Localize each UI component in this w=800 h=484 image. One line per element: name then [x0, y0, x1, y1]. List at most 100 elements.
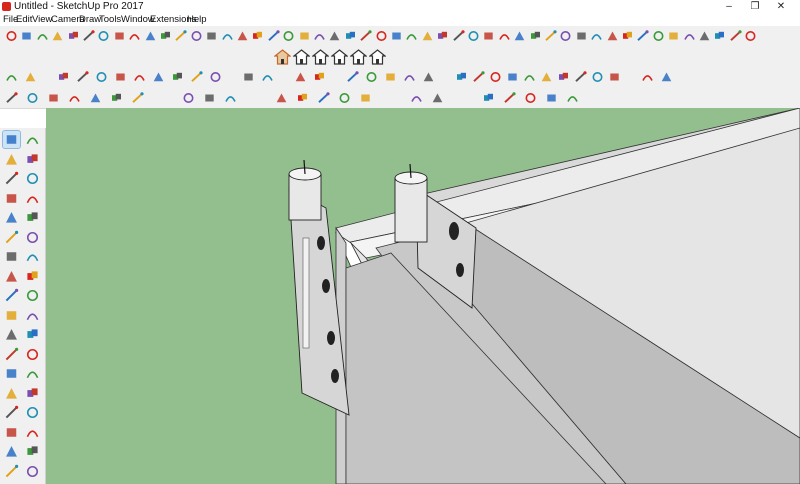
orbit-tool[interactable]	[3, 385, 20, 402]
cone-icon[interactable]	[132, 70, 147, 84]
wireframe-icon[interactable]	[589, 29, 604, 43]
rotated-rect-tool[interactable]	[24, 190, 41, 207]
warehouse-icon[interactable]	[454, 70, 469, 84]
select-tool[interactable]	[2, 130, 21, 149]
model-canvas[interactable]	[46, 108, 800, 484]
3pt-arc-tool[interactable]	[3, 248, 20, 265]
followme-icon[interactable]	[297, 29, 312, 43]
rotate-tool[interactable]	[3, 287, 20, 304]
textured-icon[interactable]	[635, 29, 650, 43]
tube-icon[interactable]	[170, 70, 185, 84]
iso-icon[interactable]	[451, 29, 466, 43]
red-box2-icon[interactable]	[544, 91, 559, 105]
blue-ring-icon[interactable]	[565, 91, 580, 105]
dimension-icon[interactable]	[96, 29, 111, 43]
cylinder-icon[interactable]	[113, 70, 128, 84]
red-box-icon[interactable]	[523, 91, 538, 105]
protractor-tool[interactable]	[24, 365, 41, 382]
menu-draw[interactable]: Draw	[79, 14, 101, 26]
entity-info-icon[interactable]	[539, 70, 554, 84]
zoom-window-icon[interactable]	[343, 29, 358, 43]
minimize-button[interactable]: –	[716, 0, 742, 14]
pushpull-tool[interactable]	[24, 268, 41, 285]
zoom-window-tool[interactable]	[24, 404, 41, 421]
blue-box2-icon[interactable]	[502, 91, 517, 105]
torus-icon[interactable]	[151, 70, 166, 84]
offset-tool[interactable]	[24, 307, 41, 324]
pencil-icon[interactable]	[23, 70, 38, 84]
wrench-icon[interactable]	[607, 70, 622, 84]
paint-icon[interactable]	[189, 29, 204, 43]
select-tool-icon[interactable]	[4, 70, 19, 84]
union-icon[interactable]	[25, 91, 40, 105]
xray-icon[interactable]	[558, 29, 573, 43]
move-icon[interactable]	[235, 29, 250, 43]
green-icon[interactable]	[202, 91, 217, 105]
zoom-icon[interactable]	[327, 29, 342, 43]
sandbox2-icon[interactable]	[364, 70, 379, 84]
protractor-icon[interactable]	[112, 29, 127, 43]
zoom-tool[interactable]	[3, 404, 20, 421]
axes-tool[interactable]	[3, 365, 20, 382]
styles-icon[interactable]	[743, 29, 758, 43]
link-icon[interactable]	[208, 70, 223, 84]
zoom-extents-icon[interactable]	[358, 29, 373, 43]
pink-icon[interactable]	[430, 91, 445, 105]
walk-tool[interactable]	[3, 443, 20, 460]
model-viewport[interactable]	[46, 108, 800, 484]
shape-icon[interactable]	[383, 70, 398, 84]
2pt-arc-tool[interactable]	[24, 229, 41, 246]
stamp-icon[interactable]	[293, 70, 308, 84]
prism-icon[interactable]	[189, 70, 204, 84]
menu-edit[interactable]: Edit	[16, 14, 32, 26]
menu-help[interactable]: Help	[187, 14, 207, 26]
offset-icon[interactable]	[312, 29, 327, 43]
front-view-icon[interactable]	[312, 49, 329, 65]
scenes-icon[interactable]	[573, 70, 588, 84]
shape3-icon[interactable]	[421, 70, 436, 84]
section-icon[interactable]	[173, 29, 188, 43]
rotate-icon[interactable]	[250, 29, 265, 43]
shaded-icon[interactable]	[620, 29, 635, 43]
position-camera-icon[interactable]	[435, 29, 450, 43]
subtract-icon[interactable]	[46, 91, 61, 105]
section-tool[interactable]	[3, 463, 20, 480]
look-around-icon[interactable]	[420, 29, 435, 43]
box-icon[interactable]	[75, 70, 90, 84]
red-icon[interactable]	[316, 91, 331, 105]
move-tool[interactable]	[3, 268, 20, 285]
scale-tool[interactable]	[3, 307, 20, 324]
drape-icon[interactable]	[312, 70, 327, 84]
text-icon[interactable]	[143, 29, 158, 43]
flip-icon[interactable]	[345, 70, 360, 84]
tape-tool[interactable]	[3, 326, 20, 343]
look-tool[interactable]	[24, 443, 41, 460]
extension-icon[interactable]	[471, 70, 486, 84]
close-button[interactable]: ✕	[768, 0, 794, 14]
walk-icon[interactable]	[404, 29, 419, 43]
gear-icon[interactable]	[640, 70, 655, 84]
eraser-tool[interactable]	[24, 151, 41, 168]
sphere-icon[interactable]	[94, 70, 109, 84]
settings-icon[interactable]	[590, 70, 605, 84]
outliner-icon[interactable]	[556, 70, 571, 84]
layers-icon[interactable]	[697, 29, 712, 43]
pan-tool[interactable]	[24, 385, 41, 402]
back-view-icon[interactable]	[350, 49, 367, 65]
polygon-tool[interactable]	[24, 209, 41, 226]
model-info-icon[interactable]	[522, 70, 537, 84]
select-icon[interactable]	[220, 29, 235, 43]
circle-tool[interactable]	[3, 209, 20, 226]
components-icon[interactable]	[712, 29, 727, 43]
dimension-tool[interactable]	[3, 346, 20, 363]
iso-view-icon[interactable]	[274, 49, 291, 65]
lasso-icon[interactable]	[56, 70, 71, 84]
followme-tool[interactable]	[24, 287, 41, 304]
monochrome-icon[interactable]	[651, 29, 666, 43]
top-icon[interactable]	[466, 29, 481, 43]
next-view-icon[interactable]	[389, 29, 404, 43]
eraser-icon[interactable]	[204, 29, 219, 43]
blue-box-icon[interactable]	[481, 91, 496, 105]
3d-text-icon[interactable]	[158, 29, 173, 43]
menu-view[interactable]: View	[32, 14, 52, 26]
